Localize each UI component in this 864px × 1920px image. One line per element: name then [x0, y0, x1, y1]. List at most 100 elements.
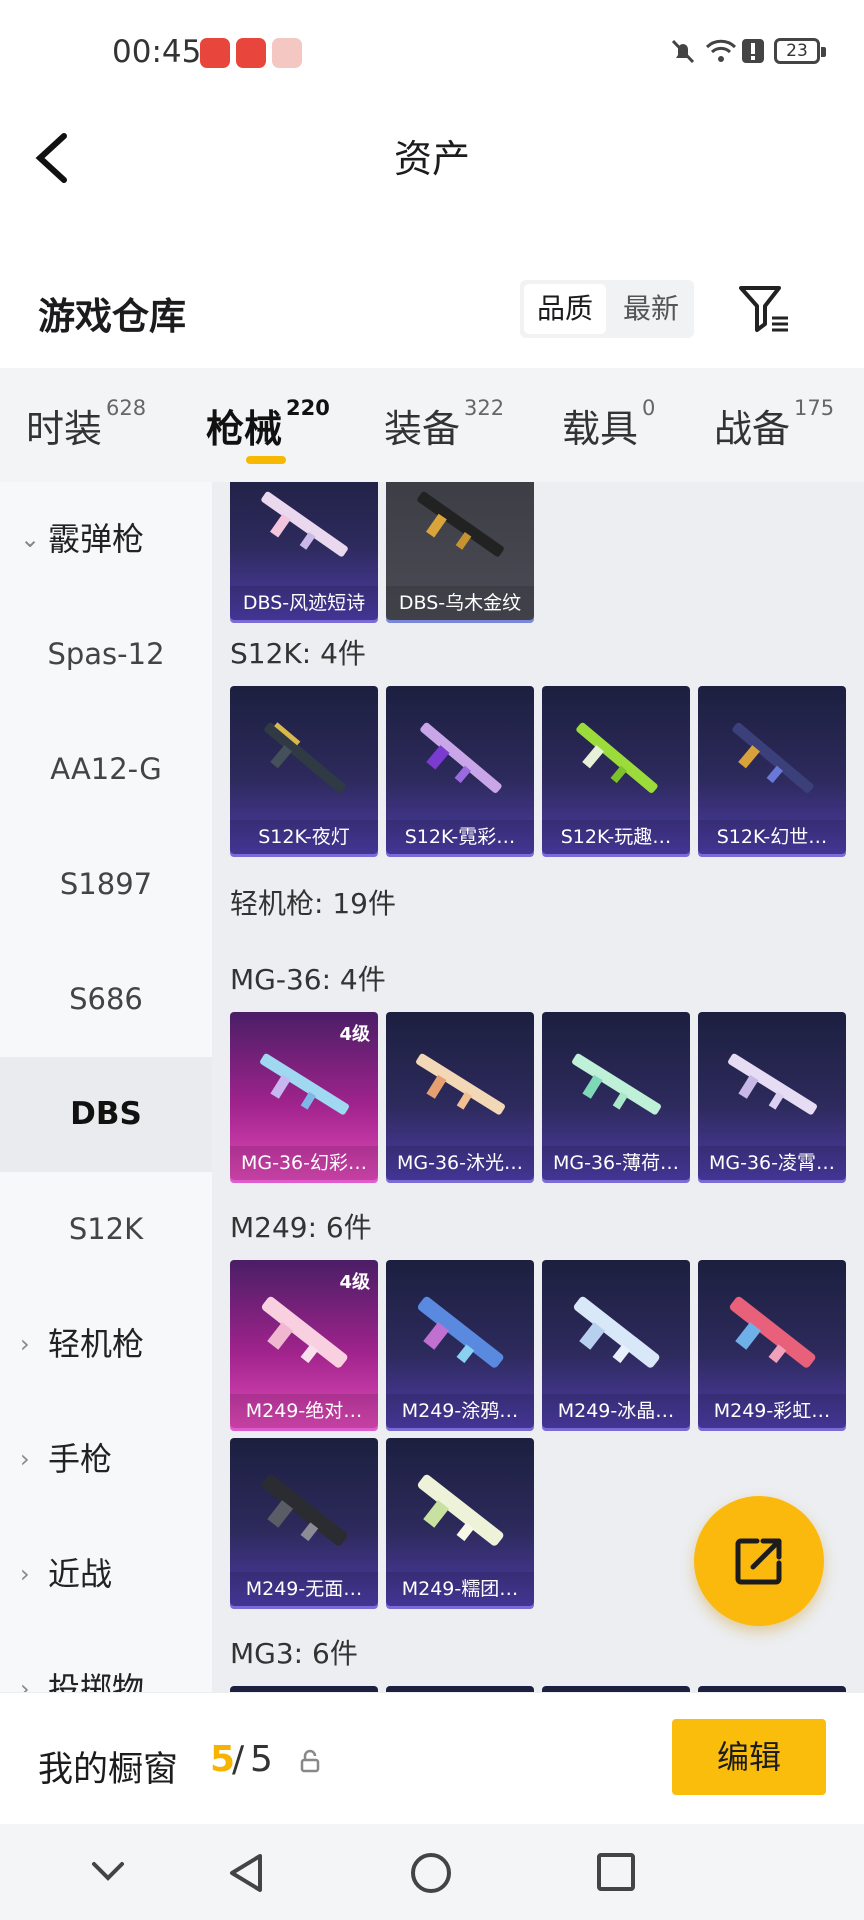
weapon-card[interactable]: M249-糯团… [386, 1438, 534, 1606]
tab-vehicles[interactable]: 载具 0 [562, 396, 656, 453]
weapon-card[interactable]: S12K-幻世… [698, 686, 846, 854]
sort-newest-button[interactable]: 最新 [610, 284, 692, 334]
weapon-card[interactable]: S12K-霓彩… [386, 686, 534, 854]
status-time: 00:45 [112, 34, 202, 70]
sort-quality-button[interactable]: 品质 [524, 284, 606, 334]
group-title-mg3: MG3: 6件 [230, 1637, 358, 1670]
tab-supplies[interactable]: 战备 175 [714, 396, 835, 453]
battery-indicator: 23 [774, 38, 826, 64]
chevron-down-icon[interactable] [90, 1852, 126, 1892]
share-float-button[interactable] [694, 1496, 824, 1626]
weapon-card-label: S12K-霓彩… [386, 820, 534, 854]
tab-equipment[interactable]: 装备 322 [384, 396, 505, 453]
warehouse-title: 游戏仓库 [38, 295, 186, 338]
nav-home-icon[interactable] [410, 1852, 452, 1894]
weapon-card-label: M249-无面… [230, 1572, 378, 1606]
group-title-lmg: 轻机枪: 19件 [230, 887, 396, 920]
status-bar: 00:45 23 [0, 0, 864, 100]
notification-app-icon [200, 38, 230, 68]
weapon-card[interactable]: M249-无面… [230, 1438, 378, 1606]
sidebar-item-pistol[interactable]: › 手枪 [0, 1402, 212, 1517]
showcase-bar: 我的橱窗 5 / 5 编辑 [0, 1692, 864, 1824]
gun-icon [573, 1296, 660, 1368]
chevron-down-icon: ⌄ [20, 525, 41, 553]
gun-icon [261, 1296, 348, 1368]
weapon-card[interactable]: M249-彩虹… [698, 1260, 846, 1428]
gun-icon [420, 722, 502, 793]
wifi-icon [705, 39, 737, 62]
gun-icon [260, 1053, 349, 1115]
tab-label: 战备 [714, 407, 791, 451]
sidebar-item-label: 手枪 [48, 1440, 113, 1478]
group-title-m249: M249: 6件 [230, 1211, 372, 1244]
sidebar-item-label: 霰弹枪 [48, 520, 145, 558]
group-title-mg36: MG-36: 4件 [230, 963, 386, 996]
gun-icon [729, 1296, 816, 1368]
edit-button[interactable]: 编辑 [672, 1719, 826, 1795]
sidebar-item-label: 轻机枪 [48, 1325, 145, 1363]
gun-icon [576, 722, 658, 793]
weapon-card[interactable]: 4级 M249-绝对… [230, 1260, 378, 1428]
gun-icon [728, 1053, 817, 1115]
tab-label: 装备 [384, 407, 461, 451]
tab-count: 0 [642, 396, 656, 420]
sidebar-item-label: 投掷物 [48, 1670, 145, 1692]
sidebar-item-s12k[interactable]: S12K [0, 1172, 212, 1287]
tab-count: 322 [464, 396, 505, 420]
weapon-card[interactable]: MG-36-沐光… [386, 1012, 534, 1180]
gun-icon [732, 722, 814, 793]
weapon-card-label: DBS-乌木金纹 [386, 586, 534, 620]
gun-icon [261, 491, 348, 557]
sidebar-item-s1897[interactable]: S1897 [0, 827, 212, 942]
weapon-card[interactable]: 4级 MG-36-幻彩… [230, 1012, 378, 1180]
sidebar-item-shotgun[interactable]: ⌄ 霰弹枪 [0, 482, 212, 597]
notification-app-icon [272, 38, 302, 68]
sort-toggle: 品质 最新 [520, 280, 694, 338]
sidebar-item-throwable[interactable]: › 投掷物 [0, 1632, 212, 1692]
tab-label: 时装 [26, 407, 103, 451]
top-header: 资产 [0, 100, 864, 210]
filter-icon[interactable] [738, 284, 790, 334]
system-nav-bar [0, 1824, 864, 1920]
chevron-right-icon: › [20, 1675, 30, 1692]
weapon-card-label: M249-涂鸦… [386, 1394, 534, 1428]
sidebar-item-melee[interactable]: › 近战 [0, 1517, 212, 1632]
weapon-card-label: S12K-幻世… [698, 820, 846, 854]
tab-label: 载具 [562, 407, 639, 451]
chevron-right-icon: › [20, 1330, 30, 1358]
weapon-card[interactable]: MG-36-薄荷… [542, 1012, 690, 1180]
weapon-card-label: M249-冰晶… [542, 1394, 690, 1428]
sidebar-item-s686[interactable]: S686 [0, 942, 212, 1057]
lock-icon [300, 1749, 320, 1773]
group-title-s12k: S12K: 4件 [230, 637, 366, 670]
sidebar-item-lmg[interactable]: › 轻机枪 [0, 1287, 212, 1402]
weapon-card-label: MG-36-薄荷… [542, 1146, 690, 1180]
sidebar-item-dbs[interactable]: DBS [0, 1057, 212, 1172]
weapon-card[interactable]: S12K-玩趣… [542, 686, 690, 854]
nav-back-icon[interactable] [226, 1852, 266, 1894]
weapon-card[interactable]: M249-冰晶… [542, 1260, 690, 1428]
gun-icon [264, 722, 346, 793]
share-export-icon [735, 1538, 782, 1585]
weapon-card-label: S12K-玩趣… [542, 820, 690, 854]
sidebar-item-aa12g[interactable]: AA12-G [0, 712, 212, 827]
tab-fashion[interactable]: 时装 628 [26, 396, 146, 453]
showcase-count-separator: / [232, 1739, 245, 1780]
gun-icon [416, 1053, 505, 1115]
weapon-card[interactable]: DBS-乌木金纹 [386, 482, 534, 620]
gun-icon [417, 491, 504, 557]
weapon-card[interactable]: MG-36-凌霄… [698, 1012, 846, 1180]
weapon-card[interactable]: S12K-夜灯 [230, 686, 378, 854]
nav-recents-icon[interactable] [596, 1852, 636, 1892]
weapon-card-label: M249-绝对… [230, 1394, 378, 1428]
weapon-card[interactable]: DBS-风迹短诗 [230, 482, 378, 620]
weapon-card[interactable]: M249-涂鸦… [386, 1260, 534, 1428]
tab-count: 175 [794, 396, 835, 420]
active-tab-indicator [246, 456, 286, 464]
tab-guns[interactable]: 枪械 220 [206, 396, 330, 453]
chevron-right-icon: › [20, 1560, 30, 1588]
weapon-card-label: M249-彩虹… [698, 1394, 846, 1428]
weapon-card-label: MG-36-幻彩… [230, 1146, 378, 1180]
my-window-label: 我的橱窗 [38, 1750, 179, 1790]
sidebar-item-spas12[interactable]: Spas-12 [0, 597, 212, 712]
